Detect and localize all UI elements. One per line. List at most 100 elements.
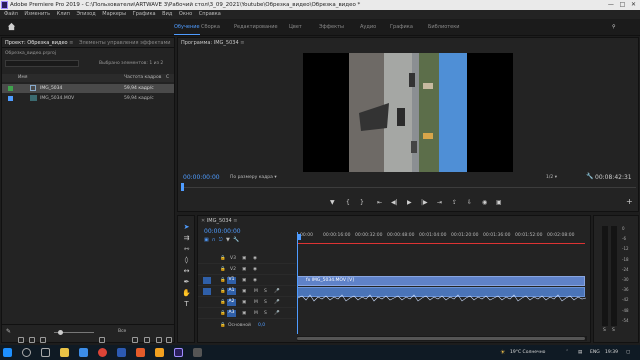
menu-help[interactable]: Справка <box>199 11 221 17</box>
program-timecode[interactable]: 00:00:00:00 <box>183 174 220 181</box>
playhead-marker[interactable] <box>181 183 184 191</box>
export-frame-icon[interactable]: ◉ <box>482 199 487 206</box>
playback-scrubber[interactable] <box>181 183 636 191</box>
lock-icon[interactable]: 🔒 <box>220 300 226 305</box>
solo-button[interactable]: S <box>264 300 267 305</box>
mute-button[interactable]: M <box>254 311 258 316</box>
marker-icon[interactable]: ▼ <box>226 237 230 243</box>
eye-icon[interactable]: ◉ <box>253 256 257 261</box>
file-explorer-icon[interactable] <box>60 348 69 357</box>
slip-tool-icon[interactable]: ↔ <box>181 266 192 277</box>
workspace-tab-libraries[interactable]: Библиотеки <box>428 19 460 36</box>
lock-icon[interactable]: 🔒 <box>220 278 226 283</box>
lock-icon[interactable]: 🔒 <box>220 256 226 261</box>
mix-value[interactable]: 0,0 <box>258 323 265 328</box>
weather-text[interactable]: 19°C Солнечно <box>510 345 545 360</box>
sync-lock-icon[interactable]: ▣ <box>242 300 246 305</box>
chrome-icon[interactable] <box>98 348 107 357</box>
microphone-icon[interactable]: 🎤 <box>274 311 280 316</box>
mark-in-icon[interactable]: { <box>346 199 350 206</box>
track-label[interactable]: A3 <box>227 310 236 317</box>
extract-icon[interactable]: ⇩ <box>467 199 472 206</box>
mark-out-icon[interactable]: } <box>360 199 364 206</box>
menu-window[interactable]: Окно <box>179 11 192 17</box>
workspace-tab-color[interactable]: Цвет <box>289 19 302 36</box>
track-label[interactable]: A1 <box>227 288 236 295</box>
lock-icon[interactable]: 🔒 <box>220 289 226 294</box>
sync-lock-icon[interactable]: ▣ <box>242 267 246 272</box>
step-forward-icon[interactable]: |▶ <box>421 199 428 206</box>
workspace-tab-effects[interactable]: Эффекты <box>319 19 344 36</box>
column-extra[interactable]: С <box>166 75 169 80</box>
solo-right-button[interactable]: S <box>612 328 615 333</box>
program-title[interactable]: Программа: IMG_5034 <box>181 40 239 46</box>
menu-file[interactable]: Файл <box>4 11 18 17</box>
minimize-icon[interactable]: — <box>608 1 614 8</box>
microphone-icon[interactable]: 🎤 <box>274 289 280 294</box>
task-view-icon[interactable] <box>41 348 50 357</box>
lock-icon[interactable]: 🔒 <box>220 267 226 272</box>
selection-tool-icon[interactable]: ➤ <box>181 222 192 233</box>
project-item-sequence[interactable]: IMG_5034 59,94 кадр/с <box>2 84 174 93</box>
menu-markers[interactable]: Маркеры <box>102 11 126 17</box>
sync-lock-icon[interactable]: ▣ <box>242 278 246 283</box>
timeline-timecode[interactable]: 00:00:00:00 <box>204 228 241 235</box>
project-item-clip[interactable]: IMG_5034.MOV 59,94 кадр/с <box>2 94 174 103</box>
hand-tool-icon[interactable]: ✋ <box>181 288 192 299</box>
app-icon[interactable] <box>136 348 145 357</box>
lock-icon[interactable]: 🔒 <box>220 311 226 316</box>
network-icon[interactable]: ▤ <box>578 345 582 360</box>
mute-button[interactable]: M <box>254 289 258 294</box>
workspace-tab-assembly[interactable]: Сборка <box>201 19 220 36</box>
sequence-tab[interactable]: IMG_5034 <box>207 218 232 224</box>
search-icon[interactable]: ⚲ <box>612 19 616 36</box>
app-icon[interactable] <box>155 348 164 357</box>
menu-view[interactable]: Вид <box>162 11 172 17</box>
close-icon[interactable]: ✕ <box>631 1 636 8</box>
home-icon[interactable] <box>7 22 16 31</box>
column-frame-rate[interactable]: Частота кадров <box>124 75 161 80</box>
tab-project[interactable]: Проект: Обрезка_видео <box>5 40 68 46</box>
solo-left-button[interactable]: S <box>603 328 606 333</box>
compare-view-icon[interactable]: ▣ <box>496 199 502 206</box>
solo-button[interactable]: S <box>264 289 267 294</box>
lift-icon[interactable]: ⇪ <box>452 199 457 206</box>
track-select-tool-icon[interactable]: ⇉ <box>181 233 192 244</box>
word-icon[interactable] <box>117 348 126 357</box>
settings-wrench-icon[interactable]: 🔧 <box>233 237 239 243</box>
menu-sequence[interactable]: Эпизод <box>77 11 96 17</box>
tab-effect-controls[interactable]: Элементы управления эффектами <box>79 40 171 46</box>
linked-selection-icon[interactable]: ⎋ <box>219 237 223 243</box>
nest-icon[interactable]: ▣ <box>204 237 209 243</box>
type-tool-icon[interactable]: T <box>181 299 192 310</box>
mute-button[interactable]: M <box>254 300 258 305</box>
pen-tool-icon[interactable]: ✒ <box>181 277 192 288</box>
menu-graphics[interactable]: Графика <box>133 11 156 17</box>
workspace-tab-learning[interactable]: Обучение <box>174 19 200 35</box>
start-icon[interactable] <box>3 348 12 357</box>
maximize-icon[interactable]: □ <box>620 1 626 8</box>
workspace-tab-editing[interactable]: Редактирование <box>234 19 278 36</box>
add-marker-icon[interactable]: ▼ <box>330 199 335 206</box>
video-frame[interactable] <box>303 53 513 172</box>
video-clip[interactable]: fx IMG_5034.MOV [V] <box>297 276 585 286</box>
lock-icon[interactable]: 🔒 <box>220 323 226 328</box>
ripple-edit-tool-icon[interactable]: ⇿ <box>181 244 192 255</box>
sync-lock-icon[interactable]: ▣ <box>242 289 246 294</box>
menu-clip[interactable]: Клип <box>57 11 70 17</box>
source-patch-a1[interactable] <box>203 288 211 295</box>
play-icon[interactable]: ▶ <box>407 199 412 206</box>
eye-icon[interactable]: ◉ <box>253 267 257 272</box>
language-indicator[interactable]: ENG <box>590 345 600 360</box>
source-patch-v1[interactable] <box>203 277 211 284</box>
solo-button[interactable]: S <box>264 311 267 316</box>
column-name[interactable]: Имя <box>18 75 27 80</box>
timeline-ruler[interactable]: 00:00 00:00:16:00 00:00:32:00 00:00:48:0… <box>297 232 587 244</box>
snap-icon[interactable]: ∩ <box>212 237 216 243</box>
resolution-dropdown[interactable]: 1/2 ▾ <box>546 175 557 180</box>
timeline-scroll-thumb[interactable] <box>297 337 585 340</box>
premiere-taskbar-icon[interactable] <box>174 348 183 357</box>
go-to-in-icon[interactable]: ⇤ <box>377 199 382 206</box>
pencil-icon[interactable]: ✎ <box>6 328 11 335</box>
wrench-icon[interactable]: 🔧 <box>586 173 593 180</box>
